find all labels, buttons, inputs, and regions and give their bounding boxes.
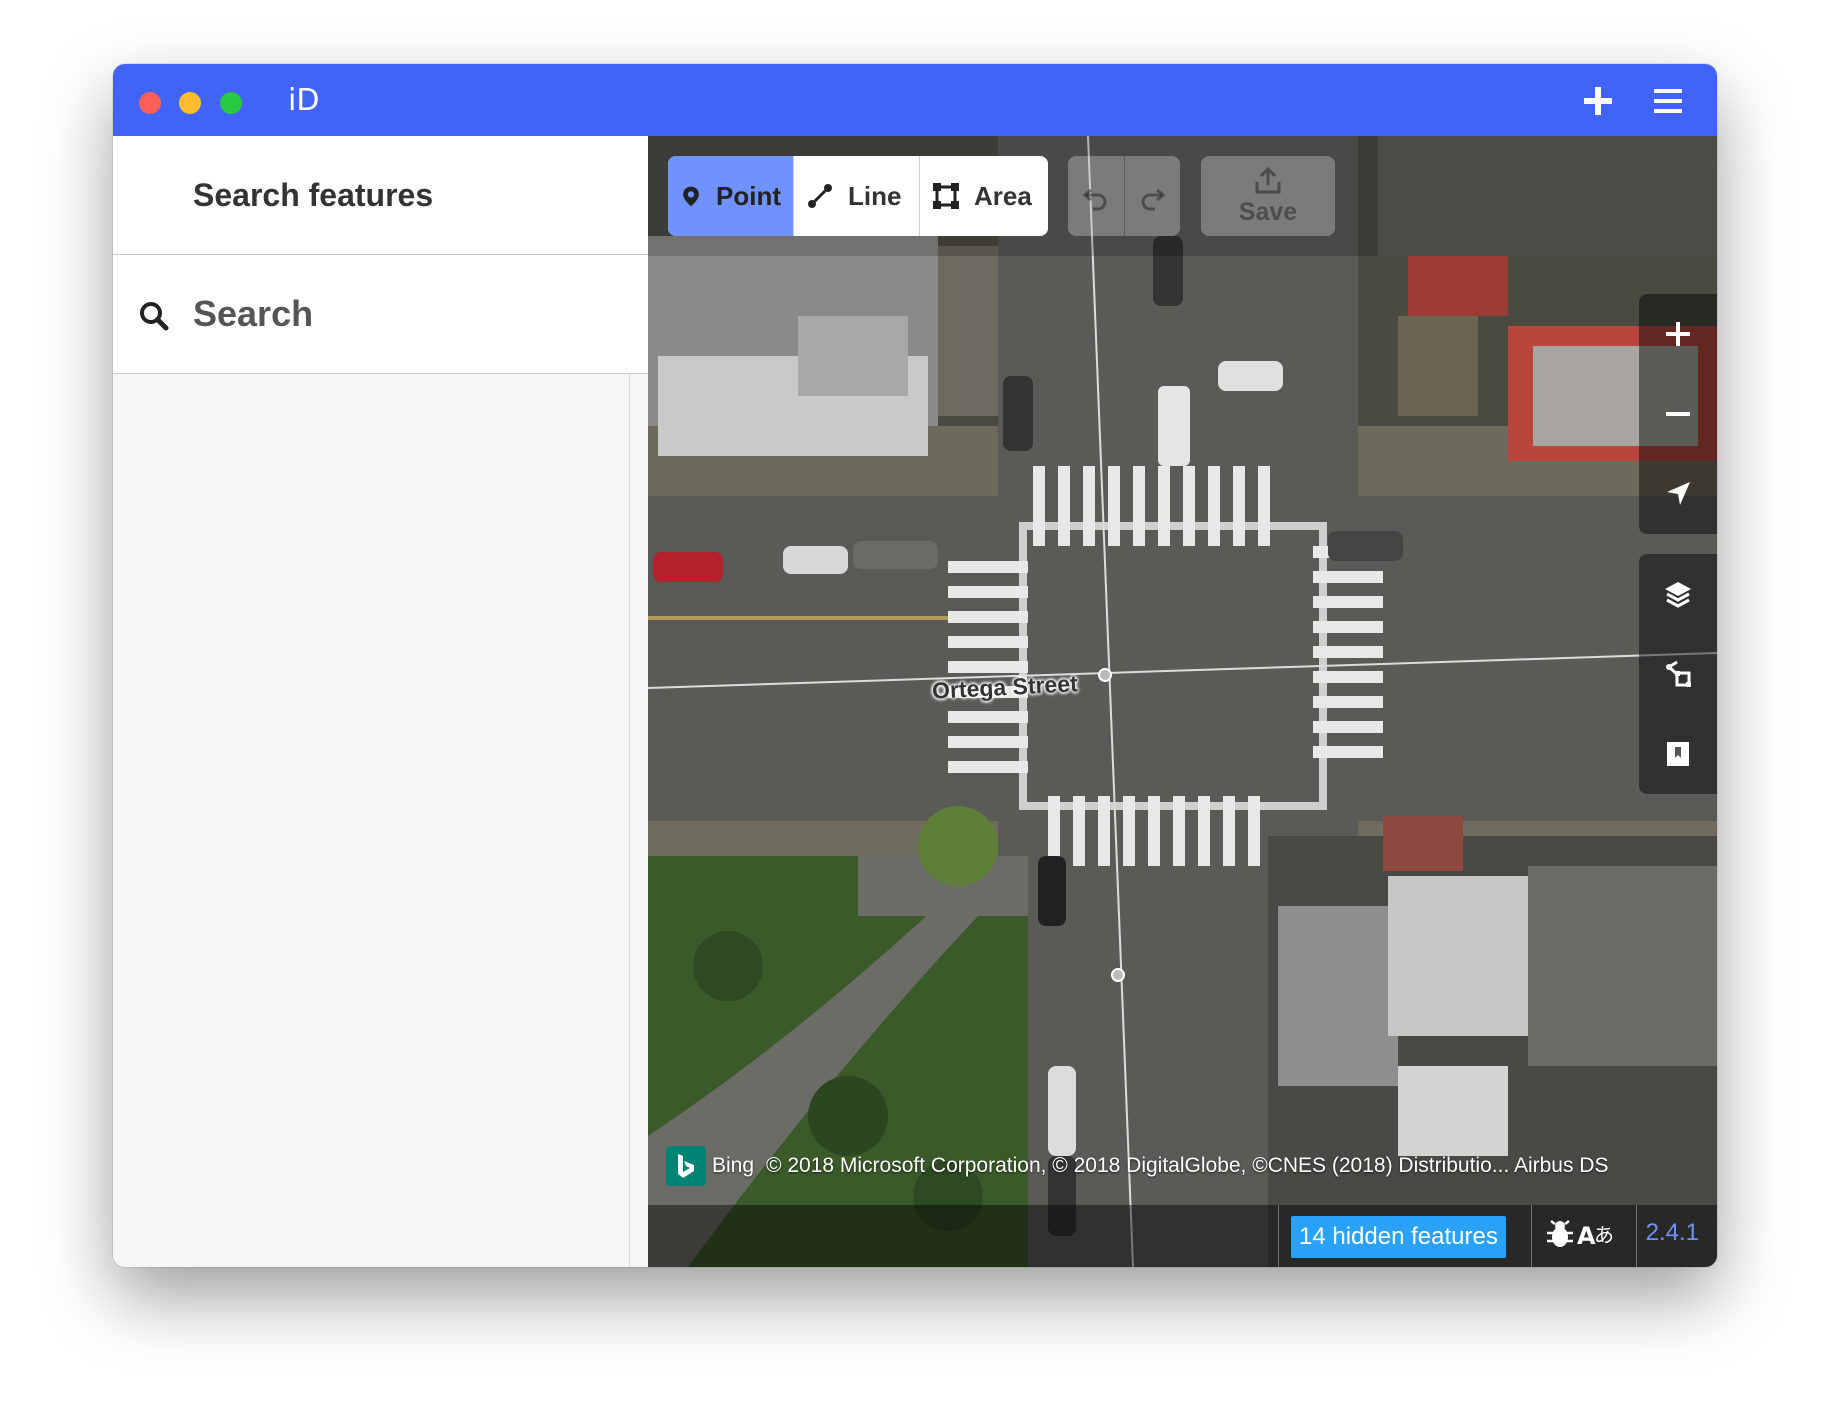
add-line-button[interactable]: Line <box>794 156 920 236</box>
point-label: Point <box>716 180 781 211</box>
map-data-button[interactable] <box>1639 634 1717 714</box>
zoom-out-icon <box>1666 412 1690 416</box>
zoom-out-button[interactable] <box>1639 374 1717 454</box>
layers-icon <box>1665 582 1691 608</box>
area-icon <box>933 183 959 209</box>
translate-icon[interactable]: A あ <box>1577 1217 1617 1251</box>
sidebar-header: Search features <box>113 136 648 255</box>
plus-icon[interactable] <box>1579 82 1617 120</box>
sidebar-scrollbar[interactable] <box>629 374 630 1267</box>
point-marker-icon <box>683 186 699 207</box>
map-footer: 14 hidden features A あ 2.4.1 <box>648 1205 1717 1267</box>
geolocate-icon <box>1667 482 1690 505</box>
attribution-text: © 2018 Microsoft Corporation, © 2018 Dig… <box>766 1154 1609 1177</box>
help-button[interactable] <box>1639 714 1717 794</box>
mode-button-group: Point Line Area <box>668 156 1048 236</box>
footer-separator <box>1636 1205 1637 1267</box>
sidebar-title: Search features <box>193 176 434 213</box>
save-button[interactable]: Save <box>1201 156 1335 236</box>
footer-icons: A あ <box>1543 1217 1617 1251</box>
add-area-button[interactable]: Area <box>920 156 1048 236</box>
zoom-in-button[interactable] <box>1639 294 1717 374</box>
search-row <box>113 255 648 374</box>
app-window: iD Search features Search Ortega Street … <box>113 64 1717 1267</box>
bug-icon[interactable] <box>1543 1217 1577 1251</box>
help-icon <box>1667 742 1689 766</box>
app-title: iD <box>288 83 320 118</box>
footer-separator <box>1531 1205 1532 1267</box>
undo-icon <box>1082 188 1107 211</box>
background-layers-button[interactable] <box>1639 554 1717 634</box>
line-icon <box>808 184 832 208</box>
map-controls <box>1639 294 1717 814</box>
search-icon <box>140 302 169 331</box>
area-label: Area <box>974 180 1032 211</box>
satellite-imagery <box>648 136 1717 1267</box>
line-label: Line <box>848 180 902 211</box>
sidebar: Search features <box>113 136 649 1267</box>
hamburger-menu-icon[interactable] <box>1649 82 1687 120</box>
upload-icon <box>1255 166 1281 193</box>
undo-button[interactable] <box>1068 156 1125 236</box>
redo-icon <box>1141 188 1166 211</box>
geolocate-button[interactable] <box>1639 454 1717 534</box>
zoom-controls <box>1639 294 1717 534</box>
version-label[interactable]: 2.4.1 <box>1646 1219 1699 1247</box>
close-window-button[interactable] <box>139 92 161 114</box>
svg-text:あ: あ <box>1594 1223 1614 1247</box>
map-data-icon <box>1666 660 1691 687</box>
panel-controls <box>1639 554 1717 794</box>
footer-separator <box>1278 1205 1279 1267</box>
top-toolbar: Point Line Area Save <box>648 136 1717 256</box>
search-input[interactable] <box>191 283 615 345</box>
redo-button[interactable] <box>1124 156 1180 236</box>
attribution-provider[interactable]: Bing <box>712 1154 754 1178</box>
hidden-features-badge[interactable]: 14 hidden features <box>1291 1216 1506 1258</box>
bing-logo-icon <box>666 1146 706 1186</box>
save-label: Save <box>1238 197 1298 226</box>
undo-redo-group <box>1068 156 1180 236</box>
imagery-attribution: Bing © 2018 Microsoft Corporation, © 201… <box>666 1146 1608 1186</box>
add-point-button[interactable]: Point <box>668 156 794 236</box>
minimize-window-button[interactable] <box>179 92 201 114</box>
zoom-window-button[interactable] <box>220 92 242 114</box>
map-area[interactable]: Ortega Street Point Line Area Save Bing … <box>648 136 1717 1267</box>
title-bar: iD <box>113 64 1717 136</box>
zoom-in-icon <box>1666 322 1690 346</box>
